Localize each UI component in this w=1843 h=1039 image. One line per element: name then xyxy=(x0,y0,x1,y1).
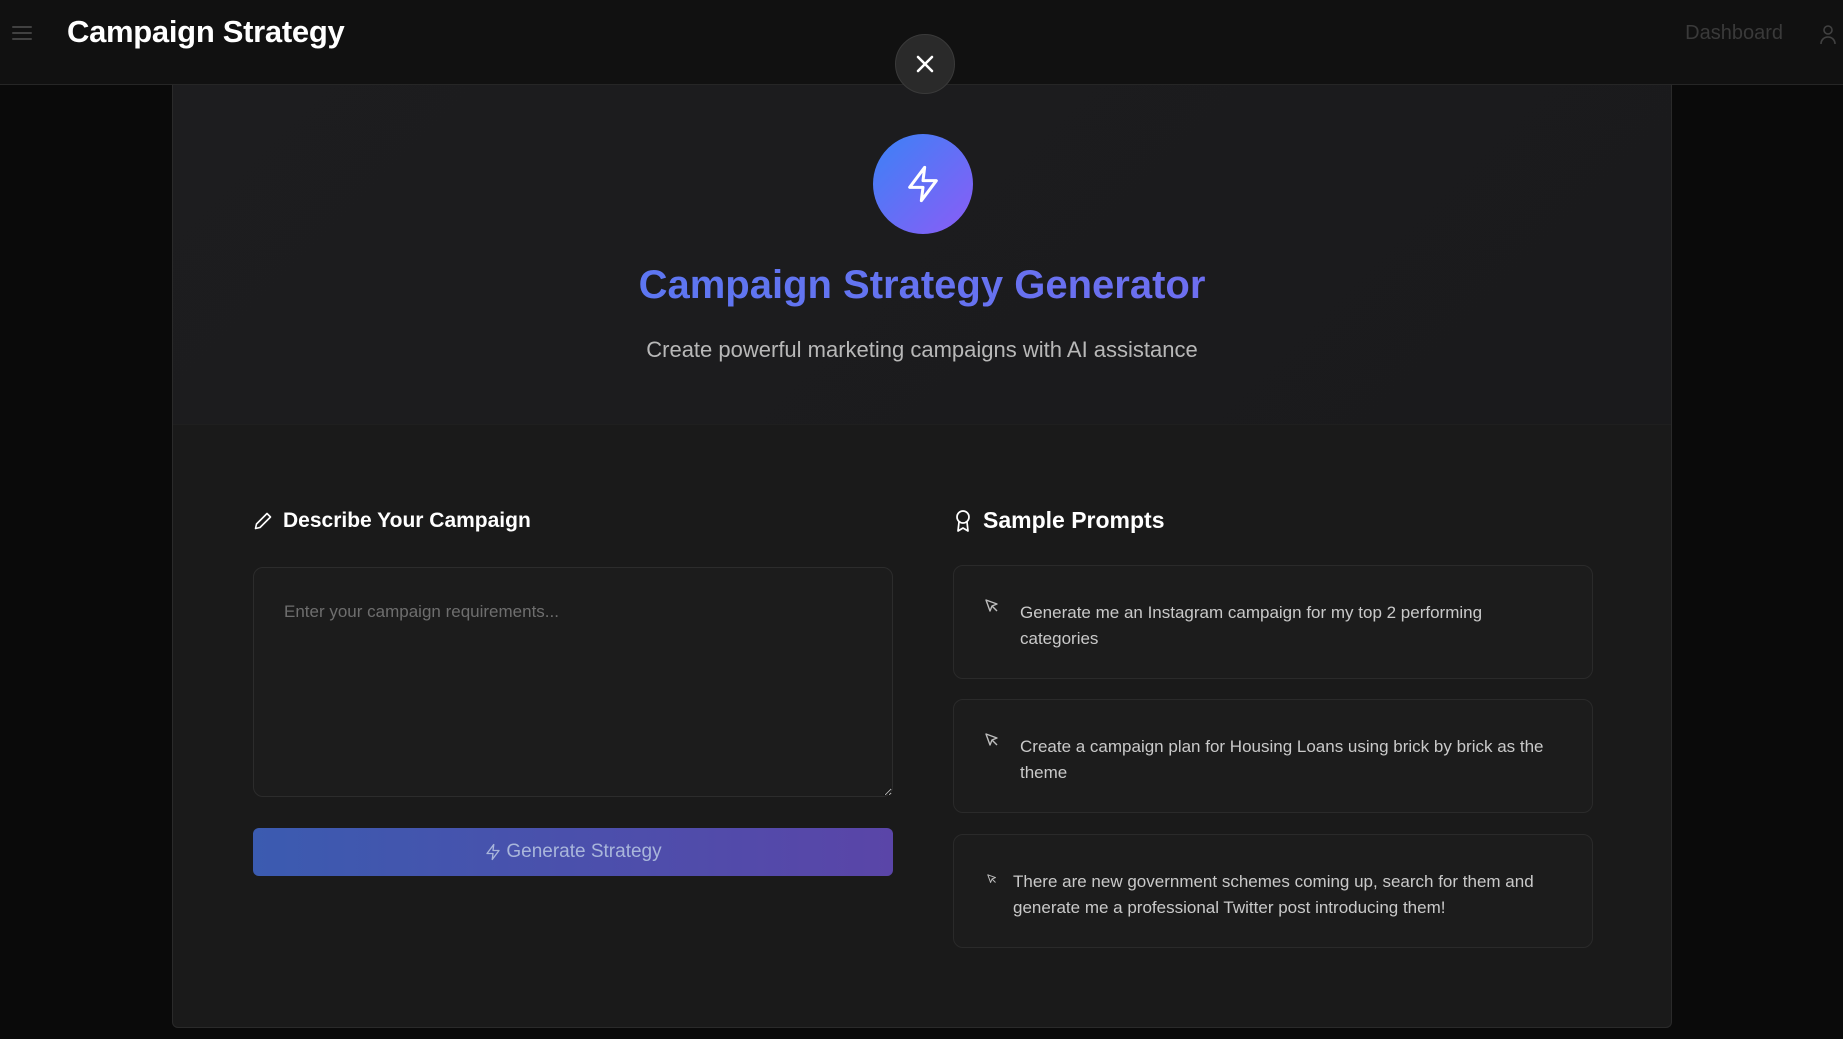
hamburger-menu-icon[interactable] xyxy=(12,26,32,42)
sample-prompt-text: Create a campaign plan for Housing Loans… xyxy=(1020,737,1544,782)
campaign-modal: Campaign Strategy Generator Create power… xyxy=(172,85,1672,1028)
sample-prompt-card[interactable]: There are new government schemes coming … xyxy=(953,834,1593,948)
sample-prompt-text: Generate me an Instagram campaign for my… xyxy=(1020,603,1483,648)
describe-campaign-heading: Describe Your Campaign xyxy=(253,509,531,533)
campaign-requirements-input[interactable] xyxy=(253,567,893,797)
generate-strategy-button[interactable]: Generate Strategy xyxy=(253,828,893,876)
close-icon xyxy=(916,55,934,73)
describe-campaign-label: Describe Your Campaign xyxy=(283,509,531,532)
lightning-bolt-icon xyxy=(908,165,938,203)
cursor-pointer-icon xyxy=(985,599,998,612)
generate-strategy-label: Generate Strategy xyxy=(506,841,662,862)
sample-prompt-card[interactable]: Generate me an Instagram campaign for my… xyxy=(953,565,1593,679)
close-modal-button[interactable] xyxy=(895,34,955,94)
award-ribbon-icon xyxy=(956,509,970,532)
sample-prompt-text: There are new government schemes coming … xyxy=(1013,872,1534,917)
hero-title: Campaign Strategy Generator xyxy=(173,263,1671,308)
sample-prompts-heading: Sample Prompts xyxy=(953,507,1165,534)
lightning-bolt-icon xyxy=(486,843,501,861)
cursor-pointer-icon xyxy=(985,733,998,746)
app-title: Campaign Strategy xyxy=(67,14,345,49)
hero-subtitle: Create powerful marketing campaigns with… xyxy=(646,337,1198,362)
cursor-pointer-icon xyxy=(987,874,996,883)
nav-dashboard-link[interactable]: Dashboard xyxy=(1685,22,1783,45)
hero-section: Campaign Strategy Generator Create power… xyxy=(173,85,1671,425)
sample-prompts-label: Sample Prompts xyxy=(983,507,1165,533)
user-icon[interactable] xyxy=(1819,24,1837,46)
sample-prompt-card[interactable]: Create a campaign plan for Housing Loans… xyxy=(953,699,1593,813)
pencil-icon xyxy=(254,512,272,530)
lightning-bolt-badge xyxy=(873,134,973,234)
